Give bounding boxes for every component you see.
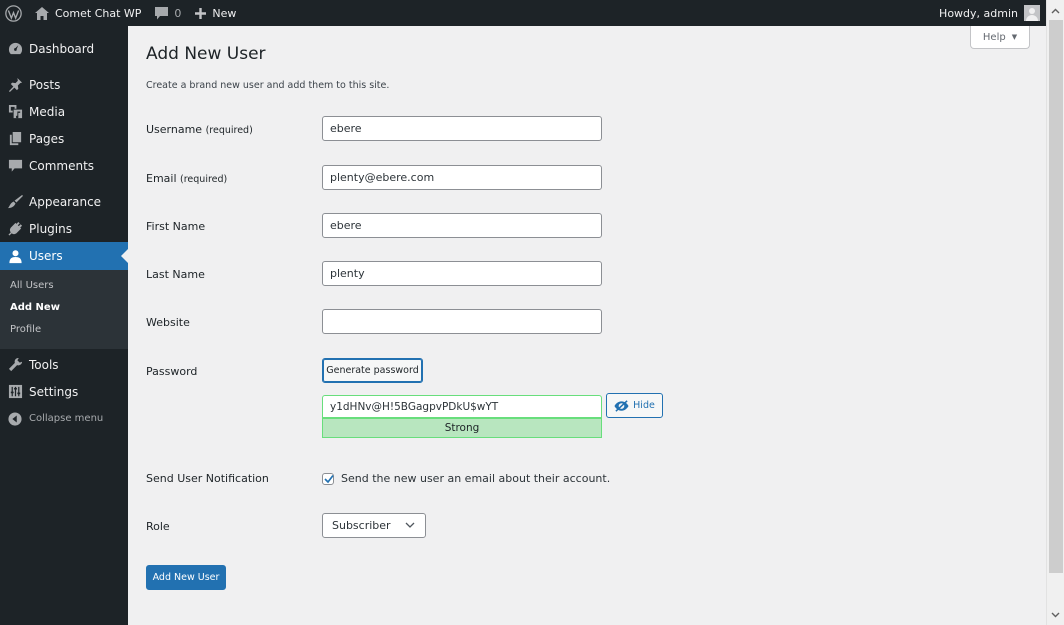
first-name-label: First Name [146,220,206,233]
submenu-item-all-users[interactable]: All Users [0,276,128,298]
scroll-down-icon[interactable] [1047,606,1064,623]
sidebar-item-label: Appearance [29,194,102,209]
user-icon [7,248,23,264]
role-label: Role [146,520,170,533]
collapse-menu-button[interactable]: Collapse menu [0,405,128,432]
plug-icon [7,221,23,237]
comment-icon [7,158,23,174]
help-label: Help [982,31,1006,43]
page-description: Create a brand new user and add them to … [146,80,390,91]
new-content-link[interactable]: New [188,0,243,26]
caret-down-icon: ▼ [1011,33,1018,41]
sidebar-item-tools[interactable]: Tools [0,351,128,378]
website-row: Website [146,309,706,335]
sidebar-item-label: Users [29,249,63,263]
sidebar-item-pages[interactable]: Pages [0,125,128,152]
account-menu[interactable]: Howdy, admin [932,0,1046,26]
wrench-icon [7,357,23,373]
site-name-link[interactable]: Comet Chat WP [28,0,148,26]
last-name-input[interactable]: plenty [322,261,602,286]
role-select[interactable]: Subscriber [322,513,426,538]
username-input[interactable]: ebere [322,116,602,141]
dashboard-icon [7,41,23,57]
greeting: Howdy, admin [939,6,1018,20]
chevron-down-icon [405,522,415,528]
hide-label: Hide [633,400,655,411]
website-input[interactable] [322,309,602,334]
comments-count: 0 [174,6,182,20]
submenu-item-add-new[interactable]: Add New [0,298,128,320]
collapse-arrow-icon [7,411,23,427]
add-new-user-button[interactable]: Add New User [146,565,226,590]
sidebar-item-users[interactable]: Users [0,242,128,270]
password-strength-meter: Strong [322,418,602,438]
sliders-icon [7,384,23,400]
sidebar-item-label: Posts [29,77,61,92]
collapse-menu-label: Collapse menu [29,413,104,424]
username-row: Username (required) ebere [146,116,706,142]
email-row: Email (required) plenty@ebere.com [146,165,706,191]
role-row: Role Subscriber [146,513,706,539]
scrollbar-thumb[interactable] [1049,20,1063,573]
first-name-row: First Name ebere [146,213,706,239]
site-name: Comet Chat WP [55,6,142,20]
avatar [1024,5,1040,21]
password-input[interactable]: y1dHNv@H!5BGagpvPDkU$wYT [322,395,602,418]
sidebar-item-label: Comments [29,158,95,173]
sidebar-item-label: Tools [29,357,59,372]
admin-bar: Comet Chat WP 0 New Howdy, admin [0,0,1046,26]
brush-icon [7,194,23,210]
notification-label: Send User Notification [146,472,269,485]
users-submenu: All Users Add New Profile [0,270,128,349]
password-label: Password [146,365,198,378]
scroll-up-icon[interactable] [1047,2,1064,19]
first-name-input[interactable]: ebere [322,213,602,238]
comment-bubble-icon [155,6,169,19]
sidebar-item-label: Dashboard [29,41,95,56]
new-label: New [212,6,237,20]
notification-row: Send User Notification Send the new user… [146,470,706,490]
last-name-label: Last Name [146,268,205,281]
email-input[interactable]: plenty@ebere.com [322,165,602,190]
sidebar-item-plugins[interactable]: Plugins [0,215,128,242]
password-row: Password Generate password y1dHNv@H!5BGa… [146,358,706,440]
sidebar-item-appearance[interactable]: Appearance [0,188,128,215]
submenu-item-profile[interactable]: Profile [0,320,128,342]
wordpress-logo-icon [5,4,22,22]
sidebar-item-label: Plugins [29,221,72,236]
help-tab-button[interactable]: Help ▼ [970,26,1030,49]
last-name-row: Last Name plenty [146,261,706,287]
sidebar-item-settings[interactable]: Settings [0,378,128,405]
role-selected-value: Subscriber [332,519,391,532]
comments-link[interactable]: 0 [148,0,188,26]
sidebar-item-label: Pages [29,131,65,146]
checkmark-icon [324,474,334,484]
send-notification-text[interactable]: Send the new user an email about their a… [341,472,610,485]
media-icon [7,104,23,120]
sidebar-item-media[interactable]: Media [0,98,128,125]
pages-icon [7,131,23,147]
sidebar-item-comments[interactable]: Comments [0,152,128,179]
plus-icon [195,7,207,19]
page-scrollbar[interactable] [1046,0,1064,625]
home-icon [35,6,49,20]
page-title: Add New User [146,44,266,64]
hide-password-button[interactable]: Hide [606,393,663,418]
eye-slash-icon [614,399,629,412]
pin-icon [7,77,23,93]
send-notification-checkbox[interactable] [322,473,334,485]
admin-sidebar: Dashboard Posts Media Pages Comments App… [0,26,128,625]
sidebar-item-dashboard[interactable]: Dashboard [0,35,128,62]
wordpress-logo-menu[interactable] [0,0,28,26]
sidebar-item-label: Settings [29,384,79,399]
website-label: Website [146,316,190,329]
sidebar-item-label: Media [29,104,66,119]
username-label: Username (required) [146,123,253,136]
sidebar-item-posts[interactable]: Posts [0,71,128,98]
generate-password-button[interactable]: Generate password [322,358,423,383]
email-label: Email (required) [146,172,228,185]
